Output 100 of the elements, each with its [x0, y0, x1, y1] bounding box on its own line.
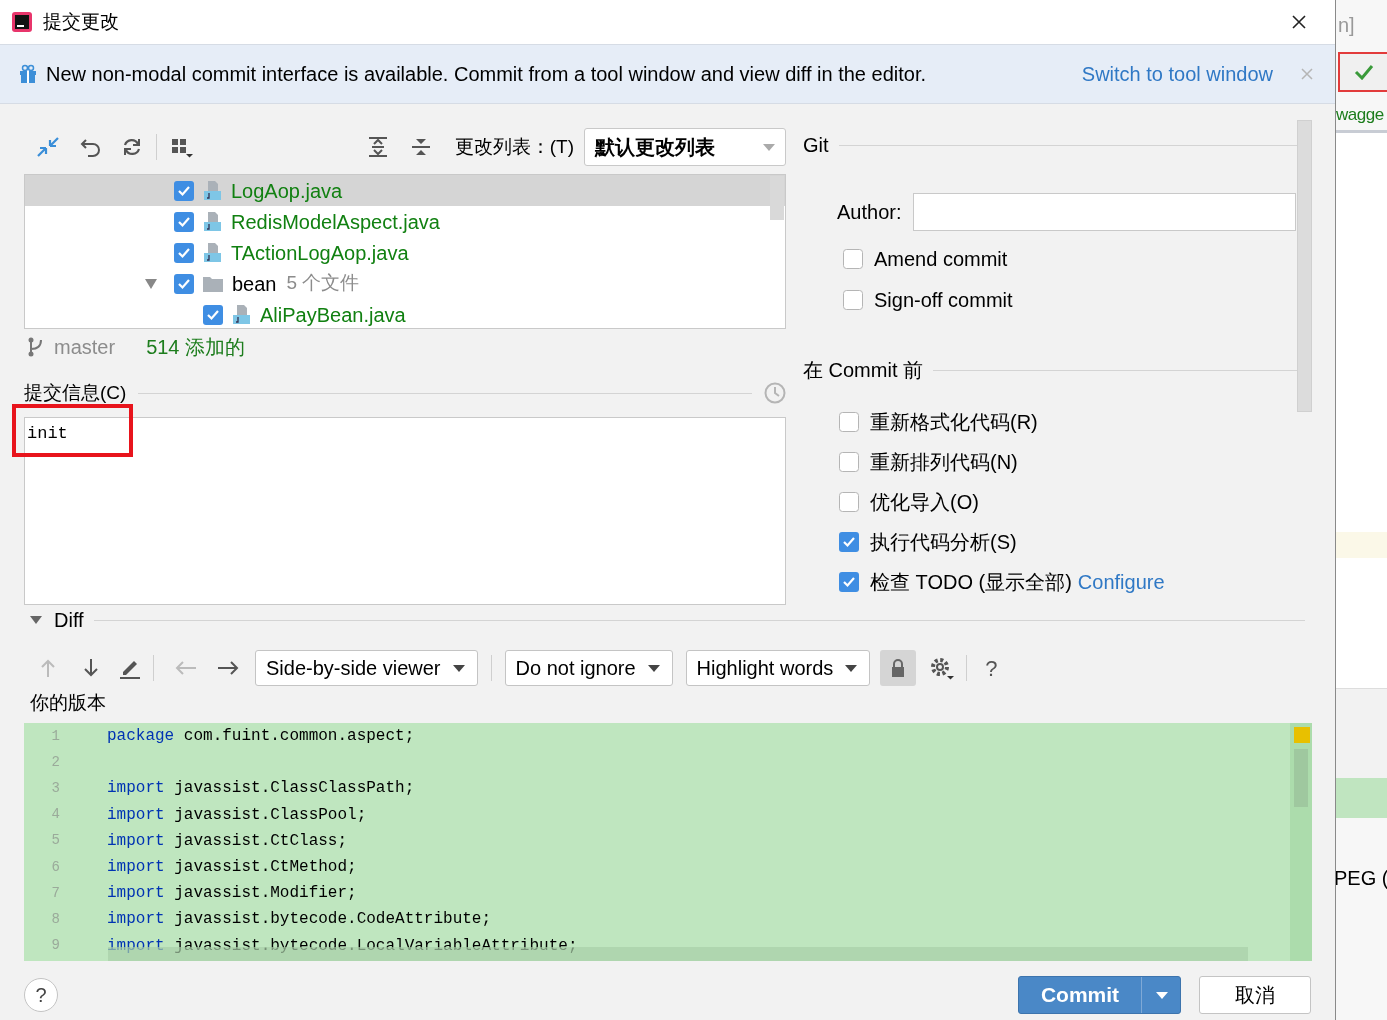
line-number: 3	[50, 778, 60, 798]
caret-icon	[1156, 991, 1168, 999]
close-icon[interactable]	[1292, 15, 1306, 29]
checkbox[interactable]	[839, 492, 859, 512]
check-icon	[1353, 64, 1374, 80]
java-file-icon	[203, 211, 222, 232]
undo-icon[interactable]	[80, 137, 102, 157]
expand-triangle-icon[interactable]	[30, 616, 42, 624]
refresh-icon[interactable]	[122, 137, 142, 157]
branch-name: master	[54, 335, 116, 360]
tree-row[interactable]: RedisModelAspect.java	[25, 206, 785, 237]
scrollbar-thumb[interactable]	[770, 176, 784, 220]
line-number: 5	[50, 831, 60, 851]
changelist-dropdown[interactable]: 默认更改列表	[584, 128, 786, 166]
commit-message-field[interactable]: init	[24, 417, 786, 605]
code-line: import javassist.Modifier;	[107, 883, 357, 905]
cancel-button[interactable]: 取消	[1199, 976, 1311, 1014]
window-title: 提交更改	[43, 9, 119, 34]
checkbox[interactable]	[839, 452, 859, 472]
tree-row[interactable]: bean 5 个文件	[25, 268, 785, 299]
tree-row[interactable]: LogAop.java	[25, 175, 785, 206]
branch-icon	[28, 337, 44, 357]
dropdown[interactable]: Highlight words	[685, 650, 871, 686]
down-arrow-icon[interactable]	[83, 659, 99, 677]
line-number: 8	[50, 909, 60, 929]
dropdown[interactable]: Do not ignore	[504, 650, 673, 686]
code-line: import javassist.bytecode.LocalVariableAttribute;	[107, 935, 578, 957]
configure-link[interactable]: Configure	[1077, 567, 1165, 597]
option-label: Sign-off commit	[874, 288, 1013, 313]
check-button[interactable]	[1338, 52, 1387, 92]
app-icon	[12, 12, 32, 32]
changelist-label: 更改列表：(T)	[454, 134, 574, 159]
line-number: 6	[50, 857, 60, 877]
checkbox[interactable]	[843, 249, 863, 269]
file-name: RedisModelAspect.java	[231, 209, 440, 235]
code-line: import javassist.CtClass;	[107, 830, 348, 852]
checkbox[interactable]	[843, 290, 863, 310]
section-heading: Diff	[54, 608, 84, 633]
banner-text: New non-modal commit interface is available. Commit from a tool window and view diff in the editor.	[46, 62, 927, 87]
file-name: TActionLogAop.java	[231, 240, 409, 266]
commit-message-label: 提交信息(C)	[24, 380, 127, 405]
line-number: 1	[50, 726, 60, 746]
dropdown[interactable]: Side-by-side viewer	[255, 650, 478, 686]
scrollbar[interactable]	[1297, 120, 1312, 412]
expand-triangle-icon[interactable]	[145, 278, 157, 289]
checkbox[interactable]	[839, 412, 859, 432]
expand-all-icon[interactable]	[367, 136, 388, 158]
lock-button[interactable]	[880, 650, 917, 686]
checkbox[interactable]	[839, 572, 859, 592]
caret-icon	[845, 664, 858, 672]
caret-icon	[647, 664, 660, 672]
collapse-arrows-icon[interactable]	[36, 136, 60, 158]
right-arrow-icon[interactable]	[218, 660, 240, 676]
checkbox[interactable]	[839, 532, 859, 552]
switch-link[interactable]: Switch to tool window	[1081, 59, 1273, 89]
tree-row[interactable]: AliPayBean.java	[25, 299, 785, 328]
checkbox[interactable]	[203, 304, 223, 325]
group-by-icon[interactable]	[170, 136, 194, 158]
window-text: wagge	[1336, 104, 1385, 126]
collapse-all-icon[interactable]	[410, 136, 431, 158]
line-highlight	[1336, 778, 1387, 818]
tree-row[interactable]: TActionLogAop.java	[25, 237, 785, 268]
help-button[interactable]: ?	[24, 978, 58, 1012]
code-line: package com.fuint.common.aspect;	[107, 726, 415, 748]
author-field[interactable]	[913, 193, 1297, 231]
checkbox[interactable]	[174, 273, 194, 294]
caret-icon	[763, 143, 775, 151]
checkbox[interactable]	[174, 180, 194, 201]
change-summary: 514 添加的	[146, 335, 246, 360]
checkbox[interactable]	[174, 211, 194, 232]
side-label: 你的版本	[30, 691, 107, 715]
option-label: 执行代码分析(S)	[870, 530, 1017, 555]
java-file-icon	[203, 242, 222, 263]
commit-button[interactable]: Commit	[1018, 976, 1181, 1014]
folder-icon	[203, 275, 223, 292]
help-icon[interactable]: ?	[985, 651, 998, 685]
line-number: 7	[50, 883, 60, 903]
option-label: 优化导入(O)	[870, 490, 979, 515]
gift-icon	[18, 64, 38, 84]
settings-icon[interactable]	[930, 656, 955, 680]
file-count: 5 个文件	[286, 271, 360, 296]
option-label: 重新排列代码(N)	[870, 450, 1018, 475]
java-file-icon	[232, 304, 251, 325]
left-arrow-icon[interactable]	[174, 660, 196, 676]
option-label: 重新格式化代码(R)	[870, 410, 1038, 435]
history-icon[interactable]	[764, 382, 786, 404]
change-marker	[1294, 727, 1310, 743]
line-number: 2	[50, 752, 60, 772]
window-text: n]	[1338, 13, 1356, 36]
file-name: LogAop.java	[231, 178, 343, 204]
up-arrow-icon[interactable]	[40, 659, 56, 677]
checkbox[interactable]	[174, 242, 194, 263]
folder-name: bean	[232, 271, 277, 297]
section-heading: Git	[803, 133, 829, 158]
section-heading: 在 Commit 前	[803, 358, 923, 383]
line-number: 9	[50, 936, 60, 956]
code-line: import javassist.CtMethod;	[107, 857, 357, 879]
option-label: Amend commit	[874, 247, 1008, 272]
code-line: import javassist.ClassClassPath;	[107, 778, 415, 800]
line-number: 4	[50, 805, 60, 825]
